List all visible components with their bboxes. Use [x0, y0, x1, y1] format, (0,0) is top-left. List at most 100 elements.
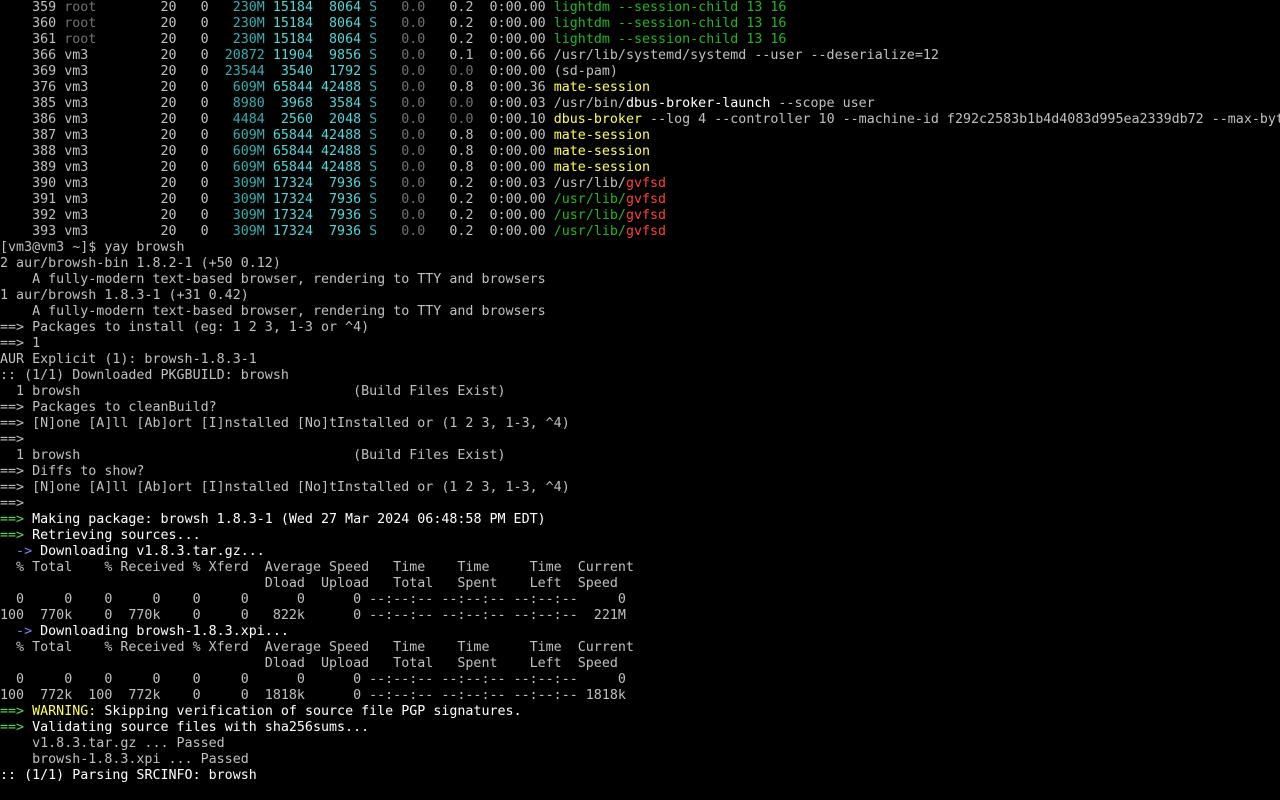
- terminal-text: [vm3@vm3 ~]$ yay browsh: [0, 240, 185, 255]
- terminal-text: 390 vm3: [0, 176, 137, 191]
- terminal-text: 0.0: [377, 16, 434, 31]
- terminal-line: ==>: [0, 432, 1280, 448]
- terminal-text: 17324: [264, 208, 313, 223]
- terminal-text: S: [369, 144, 378, 159]
- terminal-line: 361 root 20 0 230M 15184 8064 S 0.0 0.2 …: [0, 32, 1280, 48]
- terminal-text: 8064: [312, 32, 370, 47]
- terminal-text: 0.0: [377, 48, 434, 63]
- terminal-text: 15184: [264, 32, 313, 47]
- terminal-text: /usr/lib/: [553, 208, 626, 223]
- terminal-text: 42488: [312, 128, 370, 143]
- terminal-line: 393 vm3 20 0 309M 17324 7936 S 0.0 0.2 0…: [0, 224, 1280, 240]
- terminal-text: 65844: [264, 160, 313, 175]
- terminal-line: A fully-modern text-based browser, rende…: [0, 304, 1280, 320]
- terminal-text: 0.8 0:00.00: [433, 160, 554, 175]
- terminal-text: 0.8 0:00.36: [433, 80, 554, 95]
- terminal-text: Downloading browsh-1.8.3.xpi...: [40, 624, 289, 639]
- terminal-text: 20 0: [136, 96, 217, 111]
- terminal-text: --scope user: [770, 96, 875, 111]
- terminal-text: S: [369, 176, 378, 191]
- terminal-line: 100 772k 100 772k 0 0 1818k 0 --:--:-- -…: [0, 688, 1280, 704]
- terminal-text: 2048: [312, 112, 370, 127]
- terminal-text: S: [369, 0, 378, 15]
- terminal-text: :: (1/1) Downloaded PKGBUILD: browsh: [0, 368, 289, 383]
- terminal-text: 609M: [216, 128, 265, 143]
- terminal-text: 3968: [264, 96, 313, 111]
- terminal-text: gvfsd: [625, 192, 667, 207]
- terminal-screen[interactable]: 359 root 20 0 230M 15184 8064 S 0.0 0.2 …: [0, 0, 1280, 800]
- terminal-text: 7936: [312, 224, 370, 239]
- terminal-line: ==> Making package: browsh 1.8.3-1 (Wed …: [0, 512, 1280, 528]
- terminal-text: /usr/lib/: [553, 176, 626, 191]
- terminal-text: 376 vm3: [0, 80, 137, 95]
- terminal-text: 20 0: [136, 112, 217, 127]
- terminal-text: mate-session: [553, 160, 651, 175]
- terminal-text: 609M: [216, 80, 265, 95]
- terminal-text: ::: [0, 768, 25, 783]
- terminal-text: 15184: [264, 16, 313, 31]
- terminal-text: 0.0: [433, 96, 490, 111]
- terminal-text: 42488: [312, 80, 370, 95]
- terminal-text: 0.2 0:00.00: [433, 32, 554, 47]
- terminal-text: 20 0: [136, 128, 217, 143]
- terminal-line: ==> WARNING: Skipping verification of so…: [0, 704, 1280, 720]
- terminal-text: Dload Upload Total Spent Left Speed: [0, 656, 618, 671]
- terminal-text: 309M: [216, 208, 265, 223]
- terminal-text: ==> Packages to install (eg: 1 2 3, 1-3 …: [0, 320, 370, 335]
- terminal-text: Retrieving sources...: [32, 528, 201, 543]
- terminal-text: 20 0: [136, 0, 217, 15]
- terminal-text: S: [369, 32, 378, 47]
- terminal-text: 360: [0, 16, 65, 31]
- terminal-text: 230M: [216, 0, 265, 15]
- terminal-text: 388 vm3: [0, 144, 137, 159]
- terminal-text: ==>: [0, 720, 33, 735]
- terminal-text: mate-session: [553, 80, 651, 95]
- terminal-text: S: [369, 224, 378, 239]
- terminal-text: 23544: [216, 64, 265, 79]
- terminal-line: 376 vm3 20 0 609M 65844 42488 S 0.0 0.8 …: [0, 80, 1280, 96]
- terminal-line: :: (1/1) Parsing SRCINFO: browsh: [0, 768, 1280, 784]
- terminal-text: S: [369, 64, 378, 79]
- terminal-text: 0.0: [377, 208, 434, 223]
- terminal-text: 393 vm3: [0, 224, 137, 239]
- terminal-text: 1 browsh (Build Files Exist): [0, 448, 506, 463]
- terminal-text: Making package: browsh 1.8.3-1 (Wed 27 M…: [32, 512, 546, 527]
- terminal-text: ==> 1: [0, 336, 41, 351]
- terminal-text: 387 vm3: [0, 128, 137, 143]
- terminal-text: 0.0: [377, 192, 434, 207]
- terminal-text: S: [369, 160, 378, 175]
- terminal-text: ==> [N]one [A]ll [Ab]ort [I]nstalled [No…: [0, 416, 570, 431]
- terminal-text: 1 aur/browsh 1.8.3-1 (+31 0.42): [0, 288, 249, 303]
- terminal-text: 20 0: [136, 176, 217, 191]
- terminal-text: ==>: [0, 432, 25, 447]
- terminal-text: Skipping verification of source file PGP…: [96, 704, 522, 719]
- terminal-text: 20 0: [136, 160, 217, 175]
- terminal-line: ==> 1: [0, 336, 1280, 352]
- terminal-text: gvfsd: [625, 208, 667, 223]
- terminal-line: 359 root 20 0 230M 15184 8064 S 0.0 0.2 …: [0, 0, 1280, 16]
- terminal-line: 389 vm3 20 0 609M 65844 42488 S 0.0 0.8 …: [0, 160, 1280, 176]
- terminal-line: Dload Upload Total Spent Left Speed: [0, 656, 1280, 672]
- terminal-text: 4484: [216, 112, 265, 127]
- terminal-text: ==>: [0, 528, 33, 543]
- terminal-text: 65844: [264, 80, 313, 95]
- terminal-text: 3584: [312, 96, 370, 111]
- terminal-text: 0.0: [377, 176, 434, 191]
- terminal-text: 0.8 0:00.00: [433, 144, 554, 159]
- terminal-text: ==>: [0, 512, 33, 527]
- terminal-text: 3540: [264, 64, 313, 79]
- terminal-text: 0.2 0:00.03: [433, 176, 554, 191]
- terminal-line: 2 aur/browsh-bin 1.8.2-1 (+50 0.12): [0, 256, 1280, 272]
- terminal-text: root: [64, 16, 137, 31]
- terminal-text: 0.0: [433, 112, 490, 127]
- terminal-text: /usr/lib/: [553, 192, 626, 207]
- terminal-text: ->: [0, 624, 41, 639]
- terminal-line: 390 vm3 20 0 309M 17324 7936 S 0.0 0.2 0…: [0, 176, 1280, 192]
- terminal-line: ==> Validating source files with sha256s…: [0, 720, 1280, 736]
- terminal-text: /usr/bin/: [553, 96, 626, 111]
- terminal-text: 0 0 0 0 0 0 0 0 --:--:-- --:--:-- --:--:…: [0, 592, 626, 607]
- terminal-text: S: [369, 80, 378, 95]
- terminal-text: 20 0: [136, 208, 217, 223]
- terminal-line: Dload Upload Total Spent Left Speed: [0, 576, 1280, 592]
- terminal-text: Downloading v1.8.3.tar.gz...: [40, 544, 265, 559]
